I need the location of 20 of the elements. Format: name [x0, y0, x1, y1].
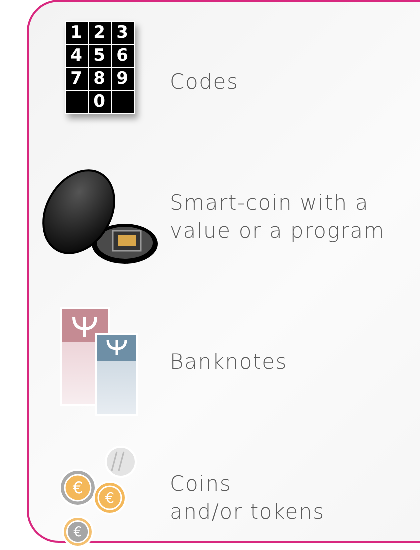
item-label: Banknotes	[170, 349, 288, 376]
keypad-key: 1	[66, 22, 88, 44]
keypad-key: 7	[66, 68, 88, 90]
keypad-key: 4	[66, 44, 88, 66]
keypad-key: 6	[112, 44, 134, 66]
item-label: Codes	[170, 69, 239, 96]
euro-coin: €	[60, 468, 96, 506]
keypad-key: 9	[112, 68, 134, 90]
token	[104, 446, 136, 478]
keypad-key: 5	[88, 44, 110, 66]
euro-coin: €	[92, 480, 126, 514]
keypad-key: 0	[88, 90, 110, 112]
keypad-key: 3	[112, 22, 134, 44]
item-label: Smart-coin with a value or a program	[170, 190, 386, 245]
keypad-key: 8	[88, 68, 110, 90]
blank-key	[66, 90, 88, 112]
keypad-key: 2	[88, 22, 110, 44]
item-label: Coins and/or tokens	[170, 470, 325, 526]
blank-key	[112, 90, 134, 112]
euro-coin: €	[62, 516, 94, 548]
